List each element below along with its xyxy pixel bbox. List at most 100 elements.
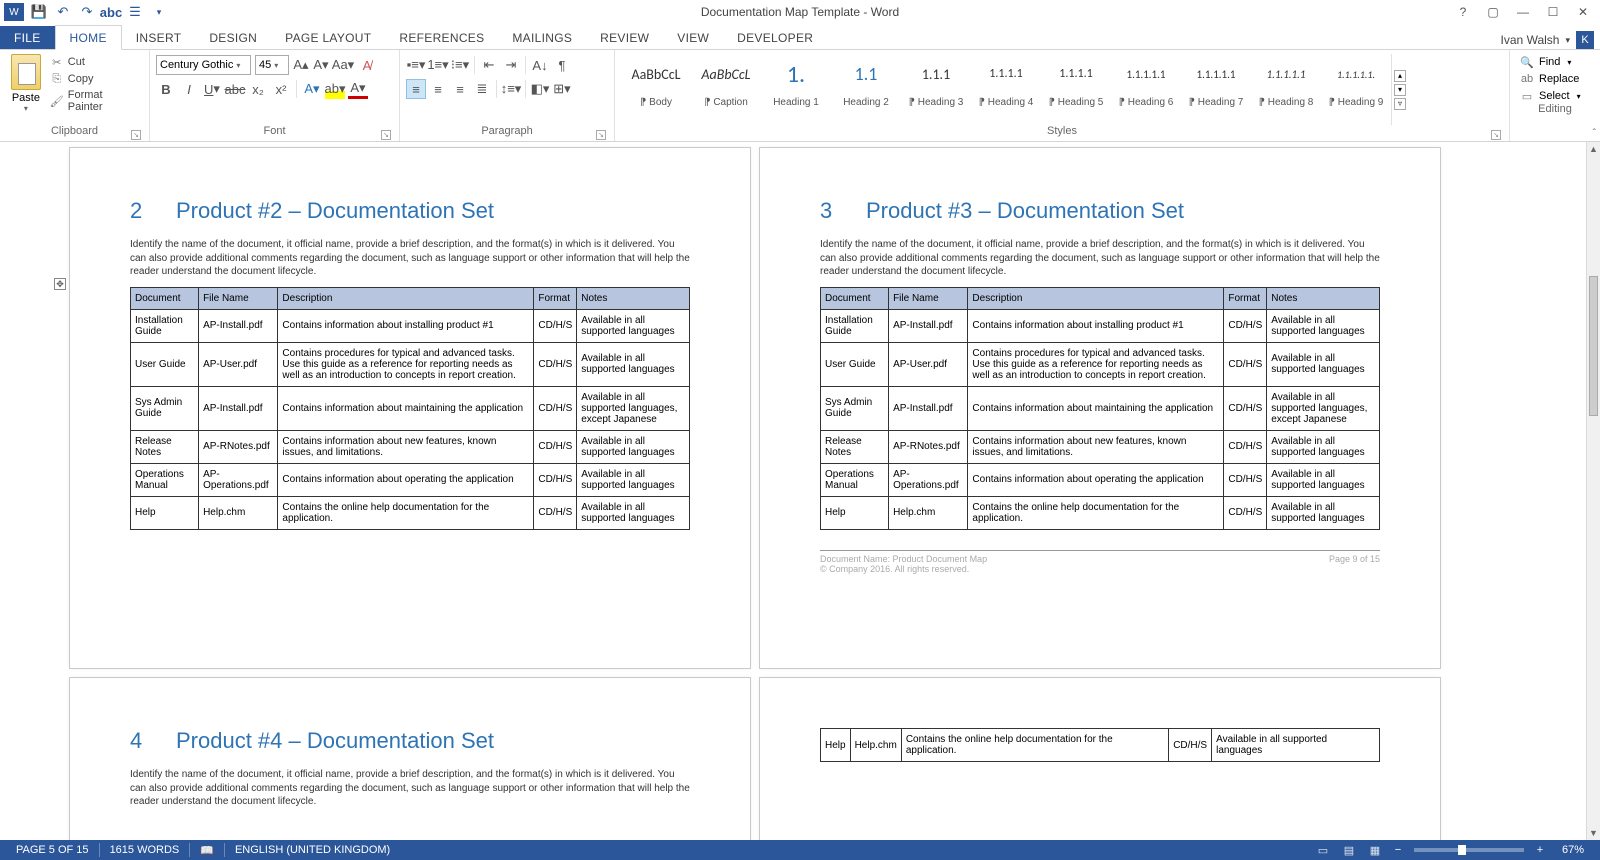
grow-font-icon[interactable]: A▴ [293, 55, 309, 75]
redo-icon[interactable]: ↷ [78, 3, 96, 21]
status-words[interactable]: 1615 WORDS [100, 844, 190, 856]
replace-button[interactable]: abReplace [1520, 72, 1590, 86]
tab-references[interactable]: REFERENCES [385, 26, 498, 49]
styles-row-up-icon[interactable]: ▴ [1394, 70, 1406, 82]
increase-indent-icon[interactable]: ⇥ [501, 55, 521, 75]
view-read-icon[interactable]: ▭ [1312, 842, 1334, 858]
cut-button[interactable]: ✂Cut [50, 55, 140, 69]
minimize-icon[interactable]: — [1512, 3, 1534, 21]
status-proofing-icon[interactable]: 📖 [190, 844, 224, 857]
style-item[interactable]: 1.1.1.1.1.⁋ Heading 9 [1321, 54, 1391, 112]
tab-review[interactable]: REVIEW [586, 26, 663, 49]
status-page[interactable]: PAGE 5 OF 15 [6, 844, 99, 856]
style-item[interactable]: 1.1.1.1⁋ Heading 4 [971, 54, 1041, 112]
view-print-icon[interactable]: ▤ [1338, 842, 1360, 858]
close-icon[interactable]: ✕ [1572, 3, 1594, 21]
styles-gallery[interactable]: AaBbCcL⁋ BodyAaBbCcL⁋ Caption1.Heading 1… [621, 52, 1503, 125]
format-painter-icon: 🖌 [50, 94, 64, 108]
style-item[interactable]: 1.Heading 1 [761, 54, 831, 112]
format-painter-button[interactable]: 🖌Format Painter [50, 89, 140, 113]
vertical-scrollbar[interactable]: ▲ ▼ [1586, 142, 1600, 840]
touch-mode-icon[interactable]: ☰ [126, 3, 144, 21]
styles-expand-icon[interactable]: ▿ [1394, 98, 1406, 110]
highlight-icon[interactable]: ab▾ [325, 79, 345, 99]
style-item[interactable]: 1.1.1⁋ Heading 3 [901, 54, 971, 112]
strikethrough-icon[interactable]: abc [225, 79, 245, 99]
spellcheck-icon[interactable]: abc [102, 3, 120, 21]
font-size-combo[interactable]: 45▾ [255, 55, 289, 75]
collapse-ribbon-icon[interactable]: ˆ [1593, 128, 1596, 139]
save-icon[interactable]: 💾 [30, 3, 48, 21]
align-right-icon[interactable]: ≡ [450, 79, 470, 99]
show-marks-icon[interactable]: ¶ [552, 55, 572, 75]
decrease-indent-icon[interactable]: ⇤ [479, 55, 499, 75]
zoom-out-icon[interactable]: − [1390, 844, 1406, 856]
table-move-handle[interactable]: ✥ [54, 278, 66, 290]
bold-icon[interactable]: B [156, 79, 176, 99]
subscript-icon[interactable]: x₂ [248, 79, 268, 99]
document-canvas[interactable]: ✥ 2Product #2 – Documentation Set Identi… [0, 142, 1586, 840]
copy-button[interactable]: ⎘Copy [50, 72, 140, 86]
multilevel-icon[interactable]: ⁝≡▾ [450, 55, 470, 75]
tab-developer[interactable]: DEVELOPER [723, 26, 827, 49]
style-item[interactable]: 1.1.1.1.1⁋ Heading 8 [1251, 54, 1321, 112]
italic-icon[interactable]: I [179, 79, 199, 99]
scroll-down-icon[interactable]: ▼ [1587, 826, 1600, 840]
justify-icon[interactable]: ≣ [472, 79, 492, 99]
paragraph-launcher[interactable]: ↘ [596, 130, 606, 140]
underline-icon[interactable]: U▾ [202, 79, 222, 99]
font-launcher[interactable]: ↘ [381, 130, 391, 140]
tab-view[interactable]: VIEW [663, 26, 723, 49]
tab-design[interactable]: DESIGN [195, 26, 271, 49]
scroll-thumb[interactable] [1589, 276, 1598, 416]
tab-page-layout[interactable]: PAGE LAYOUT [271, 26, 385, 49]
line-spacing-icon[interactable]: ↕≡▾ [501, 79, 521, 99]
tab-mailings[interactable]: MAILINGS [498, 26, 586, 49]
shrink-font-icon[interactable]: A▾ [313, 55, 329, 75]
styles-launcher[interactable]: ↘ [1491, 130, 1501, 140]
qat-customize-icon[interactable]: ▾ [150, 3, 168, 21]
user-name[interactable]: Ivan Walsh [1501, 33, 1560, 47]
style-item[interactable]: 1.1.1.1.1⁋ Heading 6 [1111, 54, 1181, 112]
align-center-icon[interactable]: ≡ [428, 79, 448, 99]
select-button[interactable]: ▭Select▾ [1520, 89, 1590, 103]
font-name-combo[interactable]: Century Gothic▾ [156, 55, 251, 75]
undo-icon[interactable]: ↶ [54, 3, 72, 21]
styles-more[interactable]: ▴ ▾ ▿ [1391, 54, 1407, 125]
clear-formatting-icon[interactable]: A̸ [357, 55, 377, 75]
borders-icon[interactable]: ⊞▾ [552, 79, 572, 99]
user-avatar[interactable]: K [1576, 31, 1594, 49]
status-language[interactable]: ENGLISH (UNITED KINGDOM) [225, 844, 400, 856]
zoom-level[interactable]: 67% [1552, 844, 1594, 856]
styles-row-down-icon[interactable]: ▾ [1394, 84, 1406, 96]
view-web-icon[interactable]: ▦ [1364, 842, 1386, 858]
style-item[interactable]: 1.1.1.1⁋ Heading 5 [1041, 54, 1111, 112]
style-item[interactable]: AaBbCcL⁋ Body [621, 54, 691, 112]
shading-icon[interactable]: ◧▾ [530, 79, 550, 99]
font-color-icon[interactable]: A▾ [348, 79, 368, 99]
table-header: File Name [199, 287, 278, 309]
text-effects-icon[interactable]: A▾ [302, 79, 322, 99]
scroll-up-icon[interactable]: ▲ [1587, 142, 1600, 156]
zoom-in-icon[interactable]: + [1532, 844, 1548, 856]
maximize-icon[interactable]: ☐ [1542, 3, 1564, 21]
align-left-icon[interactable]: ≡ [406, 79, 426, 99]
paste-button[interactable]: Paste ▾ [6, 52, 46, 113]
tab-insert[interactable]: INSERT [122, 26, 196, 49]
change-case-icon[interactable]: Aa▾ [333, 55, 353, 75]
bullets-icon[interactable]: ▪≡▾ [406, 55, 426, 75]
word-app-icon[interactable]: W [4, 3, 24, 21]
superscript-icon[interactable]: x² [271, 79, 291, 99]
find-button[interactable]: 🔍Find▾ [1520, 55, 1590, 69]
style-item[interactable]: AaBbCcL⁋ Caption [691, 54, 761, 112]
style-item[interactable]: 1.1.1.1.1⁋ Heading 7 [1181, 54, 1251, 112]
tab-home[interactable]: HOME [55, 25, 122, 50]
style-item[interactable]: 1.1Heading 2 [831, 54, 901, 112]
help-icon[interactable]: ? [1452, 3, 1474, 21]
ribbon-display-icon[interactable]: ▢ [1482, 3, 1504, 21]
sort-icon[interactable]: A↓ [530, 55, 550, 75]
clipboard-launcher[interactable]: ↘ [131, 130, 141, 140]
zoom-slider[interactable] [1414, 848, 1524, 852]
tab-file[interactable]: FILE [0, 26, 55, 49]
numbering-icon[interactable]: 1≡▾ [428, 55, 448, 75]
